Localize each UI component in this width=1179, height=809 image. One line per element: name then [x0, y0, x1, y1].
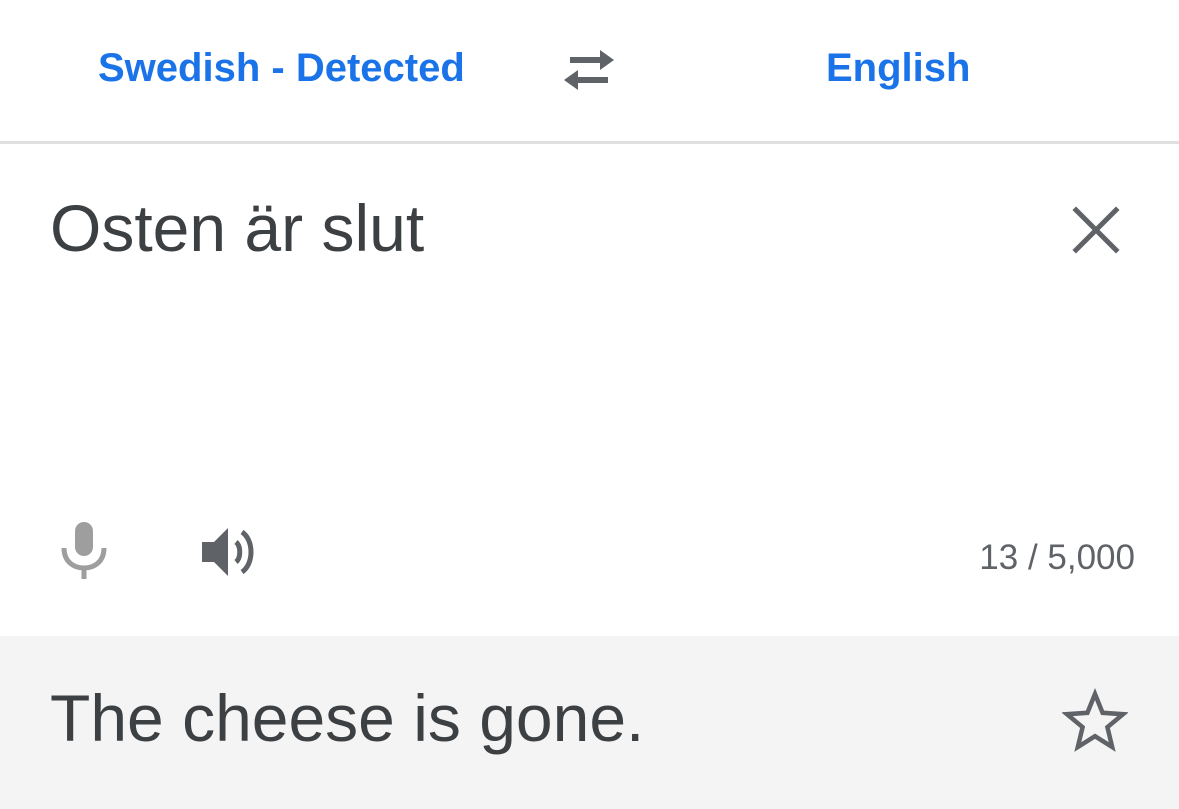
swap-languages-button[interactable]	[556, 42, 622, 98]
swap-horiz-icon	[564, 50, 614, 90]
language-bar: Swedish - Detected English	[0, 0, 1179, 144]
source-text[interactable]: Osten är slut	[50, 188, 424, 268]
save-translation-button[interactable]	[1061, 687, 1129, 754]
close-icon	[1072, 206, 1120, 254]
source-language-button[interactable]: Swedish - Detected	[98, 40, 465, 96]
voice-input-button[interactable]	[54, 518, 114, 582]
star-outline-icon	[1061, 687, 1129, 752]
volume-up-icon	[202, 528, 254, 576]
mic-icon	[61, 522, 107, 579]
target-language-button[interactable]: English	[826, 40, 970, 96]
listen-source-button[interactable]	[196, 520, 260, 584]
character-count: 13 / 5,000	[979, 538, 1135, 577]
source-input-area[interactable]: Osten är slut 13 / 5,000	[0, 144, 1179, 636]
clear-input-button[interactable]	[1066, 200, 1126, 260]
translation-text[interactable]: The cheese is gone.	[50, 678, 644, 758]
translation-result-area[interactable]: The cheese is gone.	[0, 636, 1179, 809]
